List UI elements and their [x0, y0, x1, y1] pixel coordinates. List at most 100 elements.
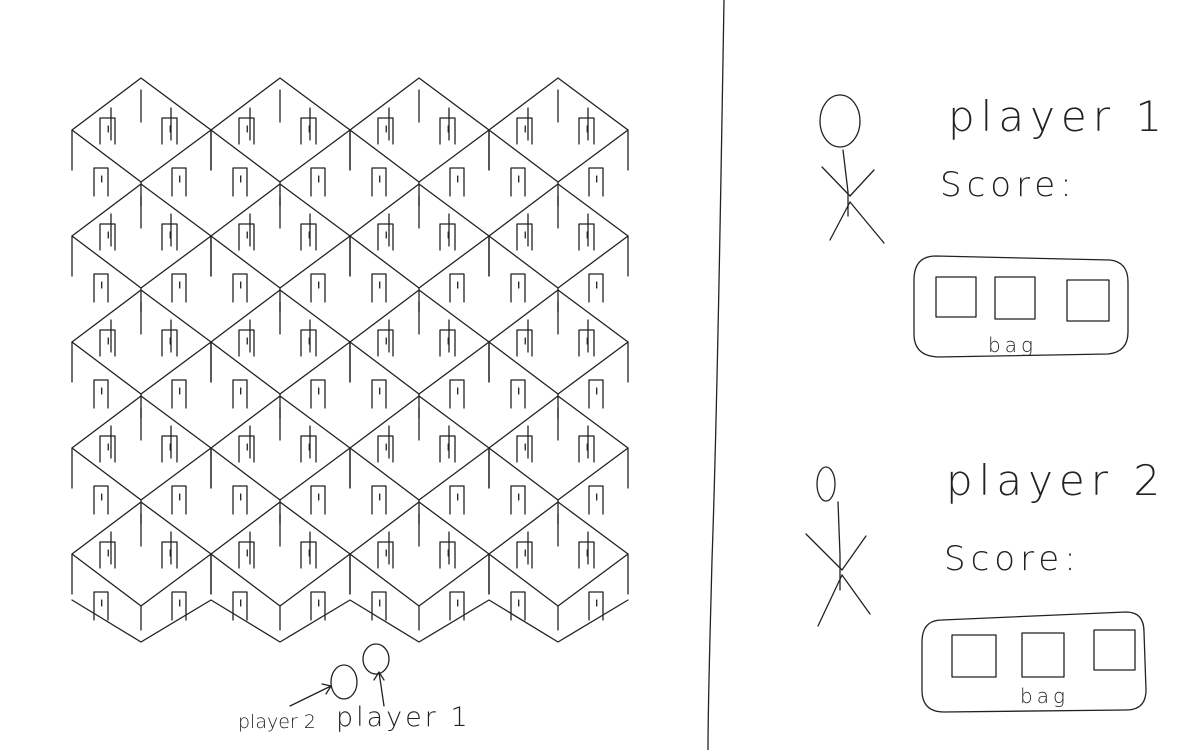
door-icon — [377, 541, 394, 569]
maze-room[interactable] — [71, 77, 212, 207]
maze-room[interactable] — [349, 395, 490, 525]
player2-avatar-icon — [805, 466, 871, 627]
game-screen: player 2 player 1 player 1 Score: bag pl… — [0, 0, 1200, 750]
door-icon — [578, 223, 595, 251]
player1-bag-slot-3[interactable] — [1066, 279, 1110, 322]
player1-avatar-icon — [819, 94, 885, 244]
door-icon — [449, 167, 465, 197]
door-icon — [578, 541, 595, 569]
player1-token-arrow — [373, 671, 385, 707]
maze-room[interactable] — [488, 77, 629, 207]
door-icon — [516, 435, 533, 463]
door-icon — [588, 379, 604, 409]
maze-room[interactable] — [488, 183, 629, 313]
door-icon — [371, 485, 387, 515]
maze-room[interactable] — [488, 395, 629, 525]
door-icon — [510, 167, 526, 197]
door-icon — [578, 435, 595, 463]
maze-room[interactable] — [71, 289, 212, 419]
door-icon — [232, 379, 248, 409]
door-icon — [300, 117, 317, 145]
player1-token[interactable] — [362, 643, 390, 675]
door-icon — [161, 117, 178, 145]
maze-room[interactable] — [349, 77, 490, 207]
player2-bag[interactable]: bag — [921, 611, 1147, 713]
player1-name: player 1 — [948, 92, 1168, 141]
door-icon — [171, 379, 187, 409]
player2-score-label: Score: — [944, 539, 1081, 579]
door-icon — [93, 485, 109, 515]
player2-bag-label: bag — [1020, 684, 1069, 708]
door-icon — [99, 117, 116, 145]
door-icon — [300, 329, 317, 357]
maze-room[interactable] — [210, 77, 351, 207]
maze-room[interactable] — [349, 501, 490, 631]
door-icon — [171, 485, 187, 515]
maze-room[interactable] — [210, 501, 351, 631]
door-icon — [300, 223, 317, 251]
player2-panel: player 2 Score: bag — [805, 456, 1166, 713]
door-icon — [238, 223, 255, 251]
door-icon — [439, 223, 456, 251]
door-icon — [516, 541, 533, 569]
player2-token-label: player 2 — [238, 711, 316, 733]
door-icon — [93, 167, 109, 197]
player2-token-arrow — [289, 683, 332, 707]
door-icon — [238, 329, 255, 357]
player1-bag-label: bag — [988, 333, 1037, 357]
door-icon — [578, 329, 595, 357]
door-icon — [232, 485, 248, 515]
door-icon — [161, 541, 178, 569]
door-icon — [371, 273, 387, 303]
player1-bag[interactable]: bag — [913, 255, 1129, 358]
door-icon — [310, 379, 326, 409]
maze-room[interactable] — [349, 289, 490, 419]
door-icon — [238, 117, 255, 145]
door-icon — [300, 541, 317, 569]
door-icon — [238, 435, 255, 463]
door-icon — [516, 329, 533, 357]
board-bottom-edge — [71, 599, 629, 643]
door-icon — [371, 379, 387, 409]
maze-room[interactable] — [210, 289, 351, 419]
player2-name: player 2 — [946, 456, 1166, 505]
door-icon — [510, 379, 526, 409]
player2-bag-slot-3[interactable] — [1093, 629, 1136, 671]
door-icon — [588, 167, 604, 197]
door-icon — [300, 435, 317, 463]
door-icon — [161, 435, 178, 463]
door-icon — [377, 329, 394, 357]
door-icon — [377, 117, 394, 145]
maze-room[interactable] — [71, 183, 212, 313]
door-icon — [232, 591, 248, 621]
door-icon — [93, 591, 109, 621]
maze-room[interactable] — [71, 501, 212, 631]
door-icon — [161, 223, 178, 251]
maze-room[interactable] — [210, 183, 351, 313]
door-icon — [377, 435, 394, 463]
maze-board[interactable] — [71, 77, 629, 643]
door-icon — [99, 223, 116, 251]
door-icon — [588, 485, 604, 515]
player2-bag-slot-2[interactable] — [1021, 632, 1065, 678]
player2-token[interactable] — [330, 664, 358, 700]
door-icon — [93, 379, 109, 409]
door-icon — [310, 167, 326, 197]
door-icon — [439, 435, 456, 463]
maze-room[interactable] — [488, 289, 629, 419]
maze-room[interactable] — [349, 183, 490, 313]
door-icon — [588, 273, 604, 303]
panel-divider — [707, 0, 725, 750]
door-icon — [449, 485, 465, 515]
door-icon — [439, 329, 456, 357]
door-icon — [449, 273, 465, 303]
door-icon — [516, 223, 533, 251]
door-icon — [93, 273, 109, 303]
maze-room[interactable] — [210, 395, 351, 525]
player1-bag-slot-1[interactable] — [935, 276, 977, 318]
door-icon — [99, 329, 116, 357]
maze-room[interactable] — [71, 395, 212, 525]
maze-room[interactable] — [488, 501, 629, 631]
player2-bag-slot-1[interactable] — [951, 634, 997, 678]
player1-bag-slot-2[interactable] — [994, 276, 1036, 320]
